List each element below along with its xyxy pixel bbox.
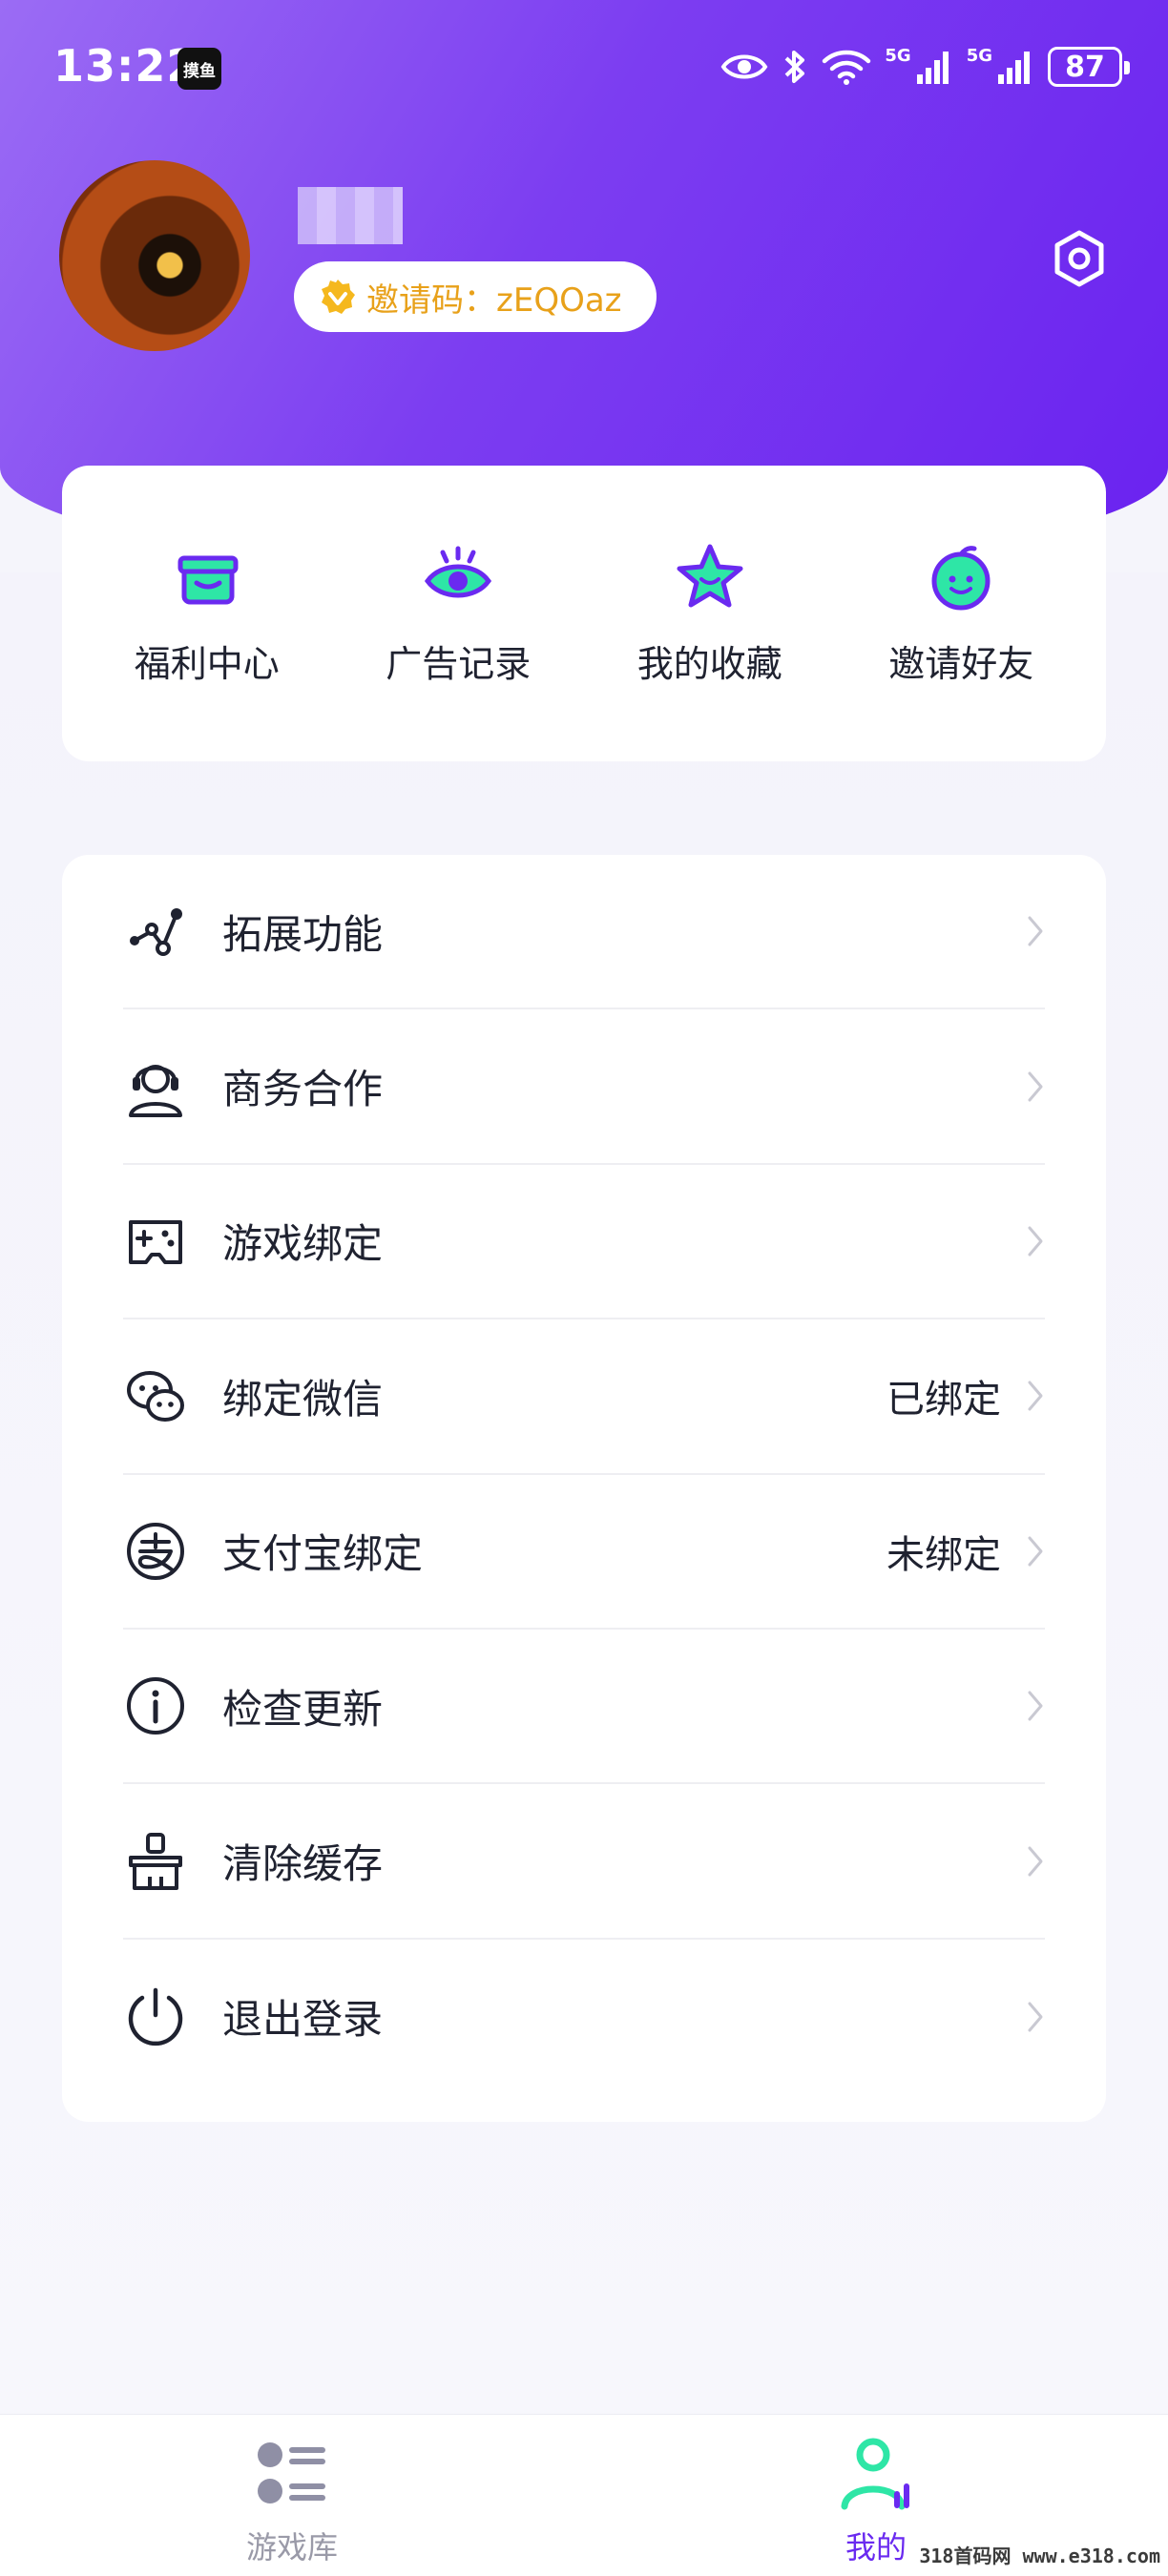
signal-icon-2	[998, 52, 1030, 84]
menu-item-extensions[interactable]: 拓展功能	[123, 855, 1045, 1010]
menu-label: 支付宝绑定	[222, 1530, 424, 1578]
menu-value: 已绑定	[886, 1378, 1001, 1423]
username-blurred	[298, 187, 403, 244]
network-label-2: 5G	[966, 45, 992, 66]
menu-label: 绑定微信	[222, 1375, 384, 1423]
menu-item-game-binding[interactable]: 游戏绑定	[123, 1165, 1045, 1320]
menu-item-logout[interactable]: 退出登录	[123, 1940, 1045, 2094]
user-profile-icon	[841, 2438, 909, 2510]
quick-actions-card: 福利中心 广告记录 我的收藏 邀请好友	[62, 466, 1106, 761]
menu-label: 退出登录	[222, 1996, 384, 2044]
menu-label: 清除缓存	[222, 1840, 384, 1888]
quick-action-label: 广告记录	[386, 642, 532, 685]
menu-label: 商务合作	[222, 1066, 384, 1113]
menu-value: 未绑定	[886, 1532, 1001, 1577]
chevron-right-icon	[1028, 1381, 1043, 1411]
menu-item-check-update[interactable]: 检查更新	[123, 1630, 1045, 1785]
quick-action-label: 邀请好友	[888, 642, 1034, 685]
chevron-right-icon	[1028, 1691, 1043, 1721]
app-notification-badge: 摸鱼	[177, 48, 221, 90]
eye-status-icon	[720, 54, 768, 79]
chevron-right-icon	[1028, 1846, 1043, 1877]
chevron-right-icon	[1028, 916, 1043, 946]
smile-face-icon	[931, 545, 991, 610]
status-bar: 13:22 摸鱼 5G 5G 87	[0, 0, 1168, 134]
invite-code-pill[interactable]: 邀请码：zEQOaz	[294, 261, 657, 332]
quick-action-ad-records[interactable]: 广告记录	[344, 541, 573, 687]
chevron-right-icon	[1028, 1536, 1043, 1567]
settings-icon[interactable]	[1046, 225, 1113, 292]
menu-item-bind-wechat[interactable]: 绑定微信 已绑定	[123, 1319, 1045, 1475]
gamepad-icon	[129, 1219, 182, 1264]
tab-game-library[interactable]: 游戏库	[197, 2434, 387, 2567]
tab-label: 游戏库	[245, 2529, 338, 2566]
battery-indicator: 87	[1048, 47, 1130, 87]
verified-badge-icon	[322, 280, 355, 314]
menu-label: 拓展功能	[222, 910, 384, 958]
eye-icon	[425, 546, 492, 597]
gift-icon	[177, 555, 239, 604]
star-icon	[677, 544, 743, 607]
quick-action-invite-friends[interactable]: 邀请好友	[846, 541, 1075, 687]
nodes-icon	[130, 908, 182, 957]
menu-item-bind-alipay[interactable]: 支付宝绑定 未绑定	[123, 1475, 1045, 1630]
watermark-text: 318首码网 www.e318.com	[919, 2545, 1160, 2567]
broom-icon	[129, 1832, 182, 1890]
invite-code-text: 邀请码：zEQOaz	[366, 280, 622, 320]
menu-item-clear-cache[interactable]: 清除缓存	[123, 1784, 1045, 1940]
quick-action-welfare[interactable]: 福利中心	[93, 541, 322, 687]
alipay-icon	[127, 1522, 184, 1580]
menu-item-business[interactable]: 商务合作	[123, 1009, 1045, 1165]
bluetooth-icon	[785, 51, 805, 83]
chevron-right-icon	[1028, 1071, 1043, 1102]
chevron-right-icon	[1028, 2002, 1043, 2032]
headset-icon	[129, 1064, 182, 1117]
power-icon	[128, 1987, 183, 2046]
quick-action-favorites[interactable]: 我的收藏	[595, 541, 824, 687]
menu-label: 检查更新	[222, 1685, 384, 1733]
signal-icon	[916, 52, 949, 84]
tab-label: 我的	[845, 2529, 907, 2566]
chevron-right-icon	[1028, 1226, 1043, 1257]
menu-label: 游戏绑定	[222, 1220, 384, 1268]
status-time: 13:22	[53, 40, 198, 92]
info-icon	[127, 1677, 184, 1735]
quick-action-label: 福利中心	[134, 642, 280, 685]
status-icons: 5G 5G 87	[720, 42, 1130, 92]
network-label-1: 5G	[885, 45, 911, 66]
wechat-icon	[127, 1371, 184, 1423]
settings-menu-card: 拓展功能 商务合作 游戏绑定 绑定微信 已绑定 支付宝绑定 未绑定 检查更新 清…	[62, 855, 1106, 2122]
quick-action-label: 我的收藏	[636, 642, 782, 685]
wifi-icon	[823, 50, 871, 85]
avatar[interactable]	[59, 160, 250, 351]
game-library-icon	[258, 2442, 325, 2503]
